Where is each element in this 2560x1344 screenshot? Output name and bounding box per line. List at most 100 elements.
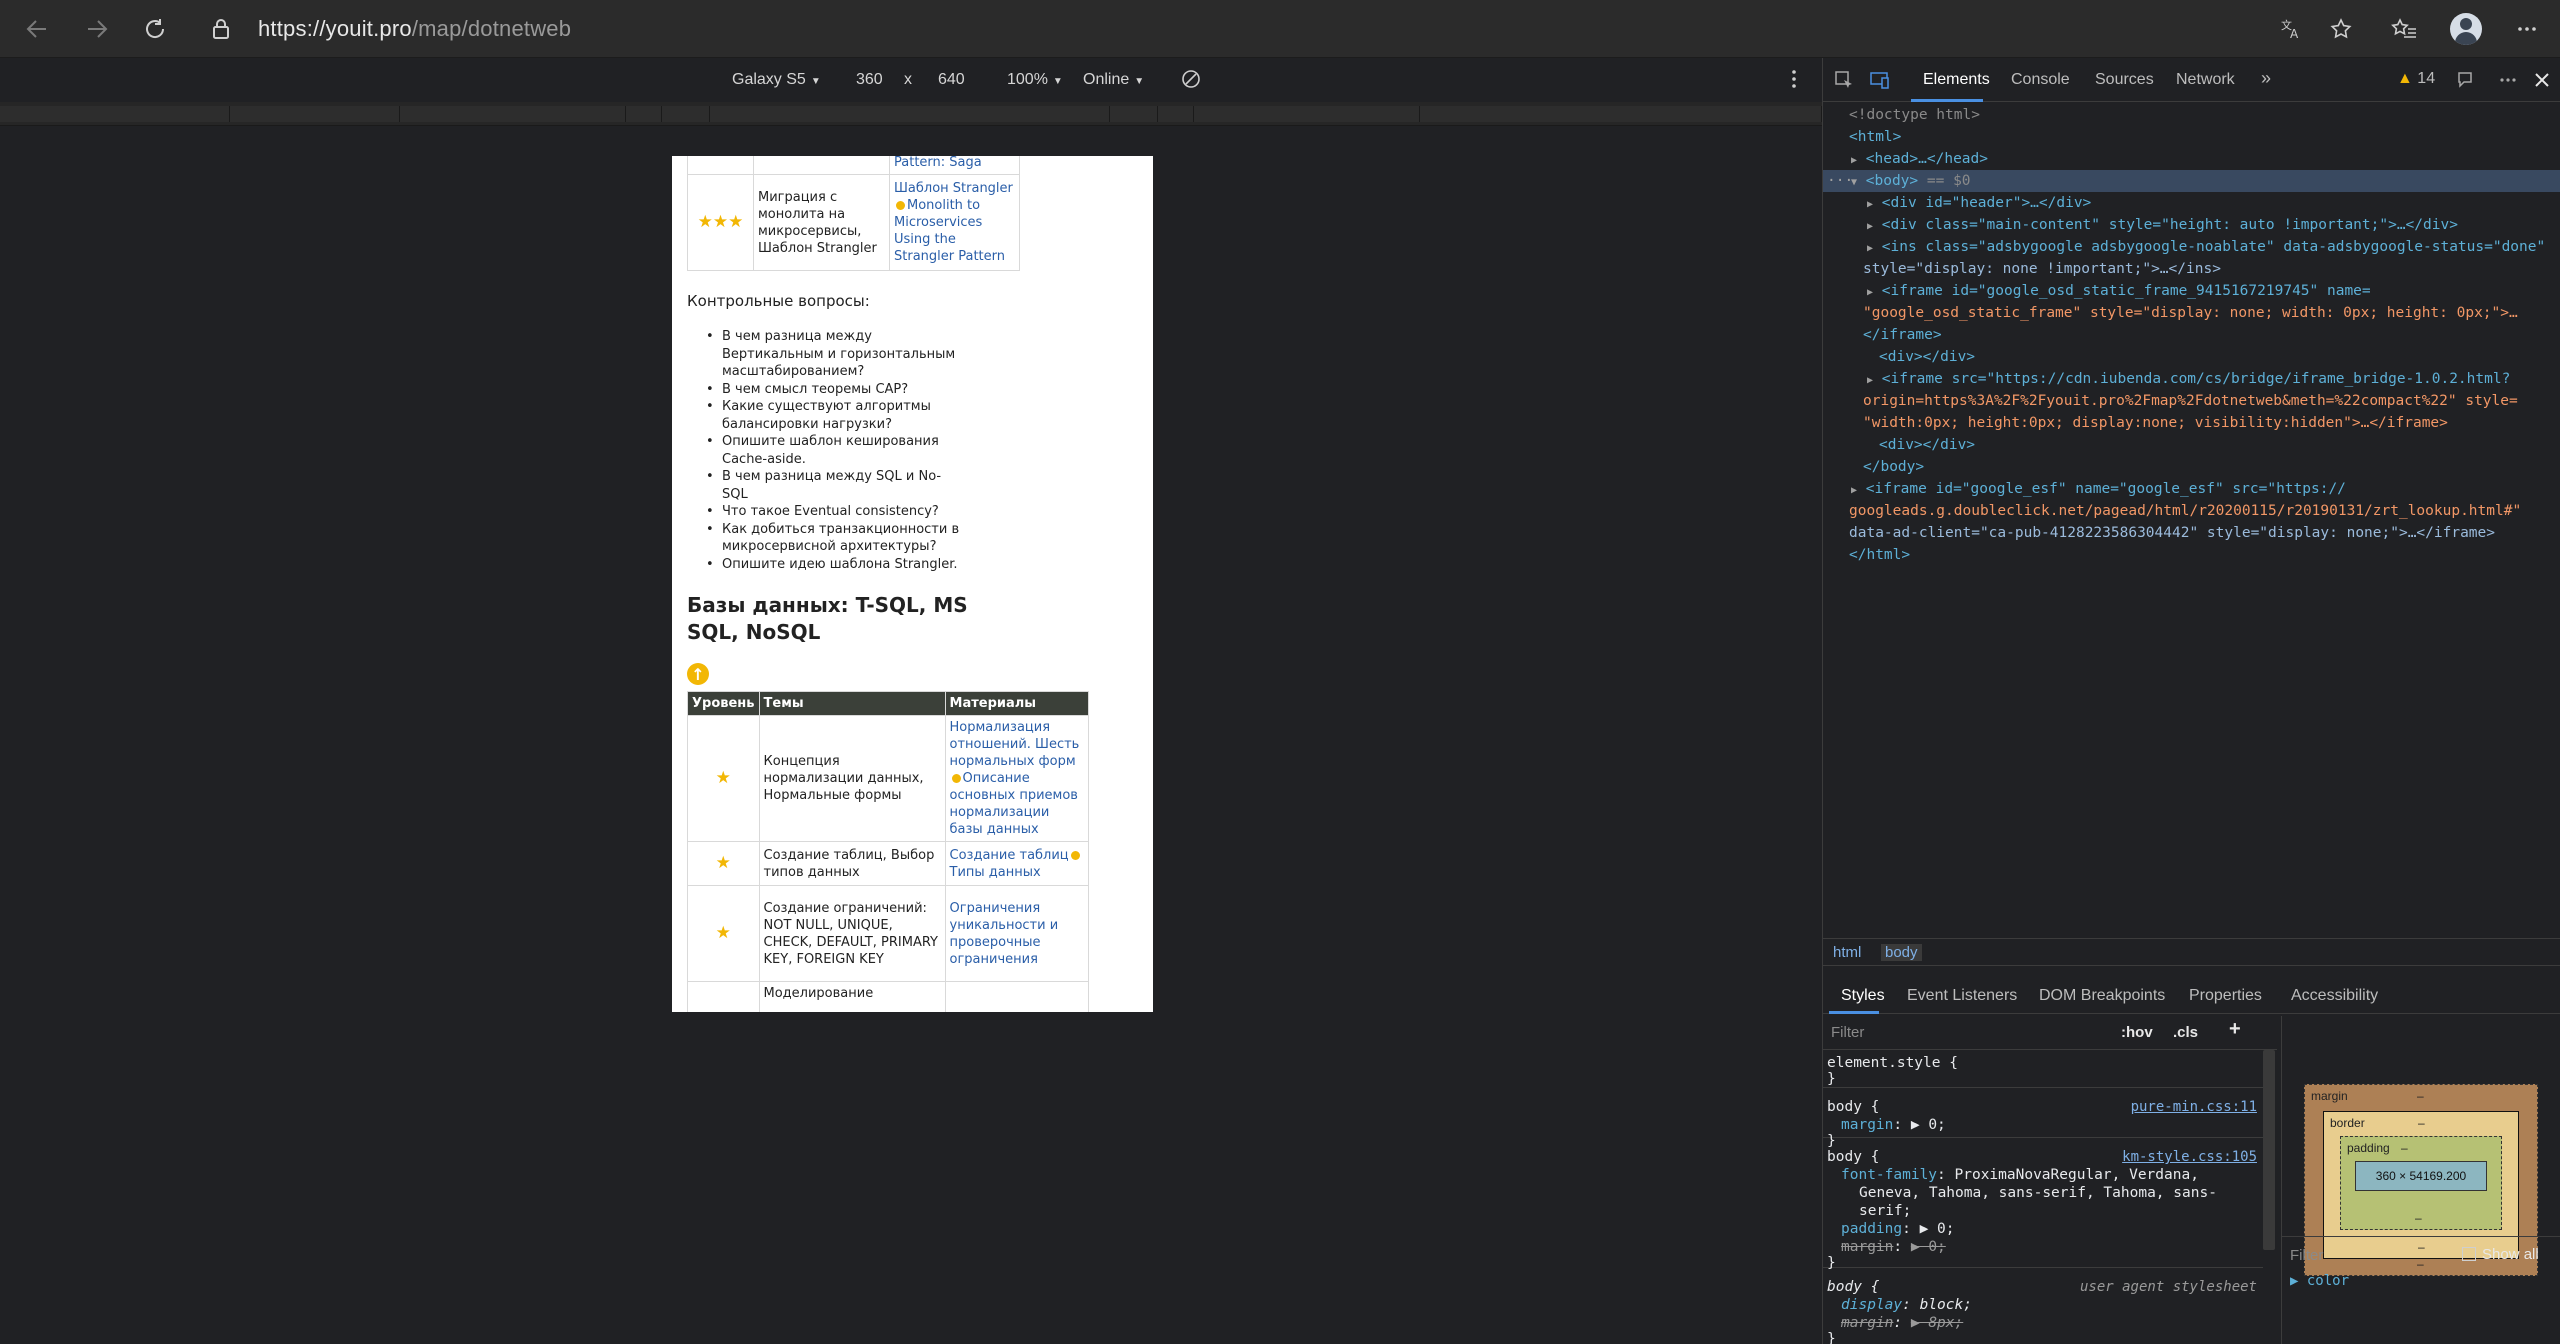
- border-top-value[interactable]: –: [2418, 1116, 2425, 1130]
- media-query-ruler[interactable]: [0, 102, 1822, 126]
- translate-icon[interactable]: 文A: [2276, 14, 2306, 44]
- breadcrumb-html[interactable]: html: [1833, 944, 1861, 961]
- tab-properties[interactable]: Properties: [2189, 987, 2262, 1005]
- ruler-segment[interactable]: [1110, 106, 1158, 122]
- dom-node[interactable]: </body>: [1863, 456, 1924, 478]
- padding-top-value[interactable]: –: [2401, 1141, 2408, 1155]
- zoom-select[interactable]: 100% ▼: [1007, 71, 1063, 89]
- device-toolbar-menu-icon[interactable]: [1790, 68, 1798, 95]
- ruler-segment[interactable]: [710, 106, 1110, 122]
- devtools-menu-icon[interactable]: [2495, 68, 2521, 92]
- expand-triangle-icon[interactable]: ▶: [1867, 287, 1873, 298]
- styles-filter-input[interactable]: Filter: [1831, 1024, 1864, 1042]
- expand-triangle-icon[interactable]: ▶: [1851, 485, 1857, 496]
- url-text[interactable]: https://youit.pro/map/dotnetweb: [258, 16, 571, 42]
- feedback-icon[interactable]: [2453, 68, 2479, 92]
- tab-network[interactable]: Network: [2176, 71, 2235, 89]
- margin-top-value[interactable]: –: [2417, 1089, 2424, 1103]
- tab-sources[interactable]: Sources: [2095, 71, 2154, 89]
- box-model-padding[interactable]: padding – – 360 × 54169.200: [2340, 1136, 2502, 1230]
- tab-elements[interactable]: Elements: [1923, 71, 1990, 89]
- dom-node[interactable]: <div></div>: [1879, 346, 1975, 368]
- property-value[interactable]: ProximaNovaRegular, Verdana,: [1955, 1167, 2199, 1183]
- tab-dom-breakpoints[interactable]: DOM Breakpoints: [2039, 987, 2165, 1005]
- ruler-segment[interactable]: [400, 106, 626, 122]
- ruler-segment[interactable]: [662, 106, 710, 122]
- property-value[interactable]: ▶ 0;: [1920, 1221, 1955, 1237]
- favorites-list-icon[interactable]: [2389, 14, 2419, 44]
- style-rule-element[interactable]: element.style { }: [1823, 1050, 2263, 1088]
- emulated-page[interactable]: Pattern: Saga ★★★ Миграция с монолита на…: [672, 156, 1153, 1012]
- show-all-label[interactable]: Show all: [2482, 1246, 2539, 1263]
- tab-console[interactable]: Console: [2011, 71, 2070, 89]
- dom-node[interactable]: ▶ <head>…</head>: [1851, 148, 1988, 172]
- breadcrumb-body[interactable]: body: [1881, 944, 1922, 961]
- height-input[interactable]: 640: [938, 71, 965, 89]
- expand-triangle-icon[interactable]: ▶: [1867, 221, 1873, 232]
- property-value[interactable]: ▶ 0;: [1911, 1117, 1946, 1133]
- cls-toggle[interactable]: .cls: [2173, 1024, 2198, 1042]
- material-link[interactable]: Monolith to Microservices Using the Stra…: [894, 198, 1005, 264]
- dom-tree[interactable]: <!doctype html> <html> ▶ <head>…</head> …: [1823, 104, 2560, 940]
- property-name[interactable]: padding: [1841, 1221, 1902, 1237]
- computed-property[interactable]: ▶ color: [2290, 1273, 2349, 1289]
- style-rule-user-agent[interactable]: body { user agent stylesheet display: bl…: [1823, 1274, 2263, 1344]
- material-link[interactable]: Шаблон Strangler: [894, 181, 1013, 196]
- material-link[interactable]: Pattern: Saga: [894, 156, 982, 170]
- scroll-up-icon[interactable]: ↑: [687, 663, 709, 685]
- dom-node[interactable]: ▶ <iframe src="https://cdn.iubenda.com/c…: [1867, 368, 2510, 392]
- profile-avatar[interactable]: [2450, 13, 2482, 45]
- tab-styles[interactable]: Styles: [1841, 987, 1885, 1005]
- dom-node-ellipsis[interactable]: ···: [1827, 170, 1853, 192]
- ruler-segment[interactable]: [1420, 106, 1822, 122]
- network-throttle-select[interactable]: Online ▼: [1083, 71, 1144, 89]
- browser-menu-icon[interactable]: [2512, 14, 2542, 44]
- rule-source-link[interactable]: km-style.css:105: [2122, 1148, 2257, 1166]
- dom-node[interactable]: <!doctype html>: [1849, 104, 1980, 126]
- forward-arrow-icon[interactable]: [80, 12, 114, 46]
- hov-toggle[interactable]: :hov: [2121, 1024, 2153, 1042]
- new-rule-button[interactable]: +: [2229, 1019, 2241, 1039]
- material-link[interactable]: Описание основных приемов нормализации б…: [950, 771, 1078, 837]
- dom-node[interactable]: ▶ <iframe id="google_esf" name="google_e…: [1851, 478, 2346, 502]
- dom-node-body[interactable]: ▼ <body> == $0: [1851, 170, 1971, 194]
- style-rule-body-pure[interactable]: body { pure-min.css:11 margin: ▶ 0; }: [1823, 1094, 2263, 1149]
- dom-node[interactable]: ▶ <iframe id="google_osd_static_frame_94…: [1867, 280, 2371, 304]
- rotate-icon[interactable]: [1180, 68, 1202, 95]
- material-link[interactable]: Типы данных: [950, 865, 1041, 880]
- expand-triangle-icon[interactable]: ▶: [1867, 199, 1873, 210]
- property-value[interactable]: ▶ 0;: [1911, 1239, 1946, 1255]
- tab-accessibility[interactable]: Accessibility: [2291, 987, 2378, 1005]
- rule-source-link[interactable]: pure-min.css:11: [2131, 1098, 2257, 1116]
- width-input[interactable]: 360: [856, 71, 883, 89]
- ruler-segment[interactable]: [1158, 106, 1194, 122]
- inspect-element-icon[interactable]: [1831, 68, 1857, 92]
- favorite-star-icon[interactable]: [2326, 14, 2356, 44]
- device-select[interactable]: Galaxy S5 ▼: [732, 71, 821, 89]
- ruler-segment[interactable]: [626, 106, 662, 122]
- collapse-triangle-icon[interactable]: ▼: [1851, 177, 1857, 188]
- styles-scrollbar[interactable]: [2263, 1050, 2275, 1250]
- box-model-content[interactable]: 360 × 54169.200: [2355, 1161, 2487, 1191]
- dom-node[interactable]: ▶ <div class="main-content" style="heigh…: [1867, 214, 2458, 238]
- close-icon[interactable]: [2529, 68, 2555, 92]
- show-all-checkbox[interactable]: [2462, 1247, 2476, 1261]
- expand-triangle-icon[interactable]: ▶: [1851, 155, 1857, 166]
- style-rule-body-km[interactable]: body { km-style.css:105 font-family: Pro…: [1823, 1144, 2263, 1271]
- computed-filter-input[interactable]: Filter: [2290, 1247, 2323, 1264]
- ruler-segment[interactable]: [0, 106, 230, 122]
- expand-triangle-icon[interactable]: ▶: [1867, 375, 1873, 386]
- property-name[interactable]: margin: [1841, 1239, 1893, 1255]
- dom-node[interactable]: ▶ <div id="header">…</div>: [1867, 192, 2091, 216]
- back-arrow-icon[interactable]: [20, 12, 54, 46]
- material-link[interactable]: Нормализация отношений. Шесть нормальных…: [950, 720, 1080, 769]
- tab-event-listeners[interactable]: Event Listeners: [1907, 987, 2017, 1005]
- more-tabs-icon[interactable]: »: [2261, 68, 2271, 89]
- address-bar[interactable]: https://youit.pro/map/dotnetweb: [196, 9, 2266, 49]
- dom-node[interactable]: ▶ <ins class="adsbygoogle adsbygoogle-no…: [1867, 236, 2545, 260]
- ruler-segment[interactable]: [230, 106, 400, 122]
- dom-node[interactable]: <div></div>: [1879, 434, 1975, 456]
- ruler-segment[interactable]: [1194, 106, 1420, 122]
- device-toggle-icon[interactable]: [1867, 68, 1893, 92]
- dom-node[interactable]: <html>: [1849, 126, 1901, 148]
